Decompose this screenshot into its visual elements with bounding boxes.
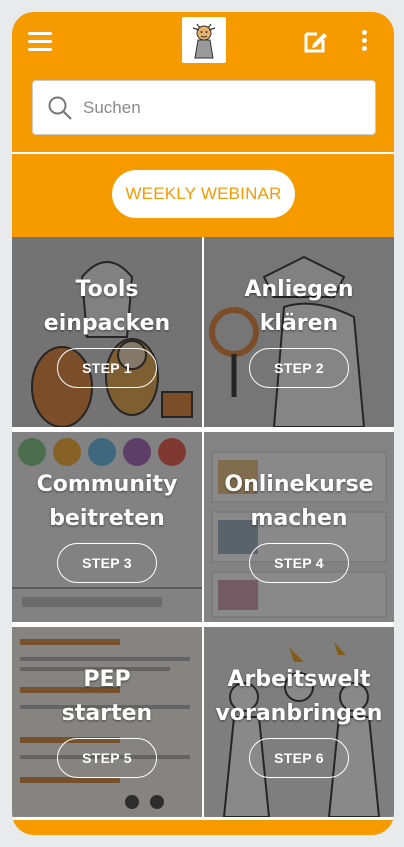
- steps-grid: Tools einpacken STEP 1 Anliegen klären STE…: [12, 237, 394, 820]
- tile-step-1[interactable]: Tools einpacken STEP 1: [12, 237, 202, 427]
- app-frame: WEEKLY WEBINAR Toolseinpacken STEP 1: [12, 12, 394, 835]
- search-input[interactable]: [83, 97, 343, 118]
- mascot-logo[interactable]: [182, 17, 226, 63]
- tile-step-6[interactable]: Arbeitswelt voranbringen STEP 6: [204, 627, 394, 817]
- step-button[interactable]: STEP 2: [249, 348, 349, 388]
- step-button[interactable]: STEP 4: [249, 543, 349, 583]
- hamburger-icon[interactable]: [28, 32, 52, 51]
- more-vertical-icon[interactable]: [360, 30, 368, 52]
- tile-step-3[interactable]: Community beitreten STEP 3: [12, 432, 202, 622]
- step-button[interactable]: STEP 6: [249, 738, 349, 778]
- step-button[interactable]: STEP 3: [57, 543, 157, 583]
- weekly-webinar-button[interactable]: WEEKLY WEBINAR: [112, 170, 295, 218]
- tile-title: PEP starten: [61, 667, 153, 726]
- edit-icon[interactable]: [303, 28, 329, 54]
- search-icon: [48, 96, 72, 120]
- tile-title: Anliegen klären: [244, 277, 354, 336]
- top-bar: [12, 12, 394, 74]
- tile-title: Tools einpacken: [43, 277, 171, 336]
- tile-step-4[interactable]: Onlinekurse machen STEP 4: [204, 432, 394, 622]
- header-divider: [12, 152, 394, 154]
- tile-step-2[interactable]: Anliegen klären STEP 2: [204, 237, 394, 427]
- bottom-strip: [12, 820, 394, 835]
- step-button[interactable]: STEP 5: [57, 738, 157, 778]
- tile-title: Arbeitswelt voranbringen: [215, 667, 383, 726]
- search-box[interactable]: [32, 80, 376, 135]
- tile-title: Community beitreten: [36, 472, 178, 531]
- step-button[interactable]: STEP 1: [57, 348, 157, 388]
- tile-title: Onlinekurse machen: [224, 472, 374, 531]
- tile-step-5[interactable]: PEP starten STEP 5: [12, 627, 202, 817]
